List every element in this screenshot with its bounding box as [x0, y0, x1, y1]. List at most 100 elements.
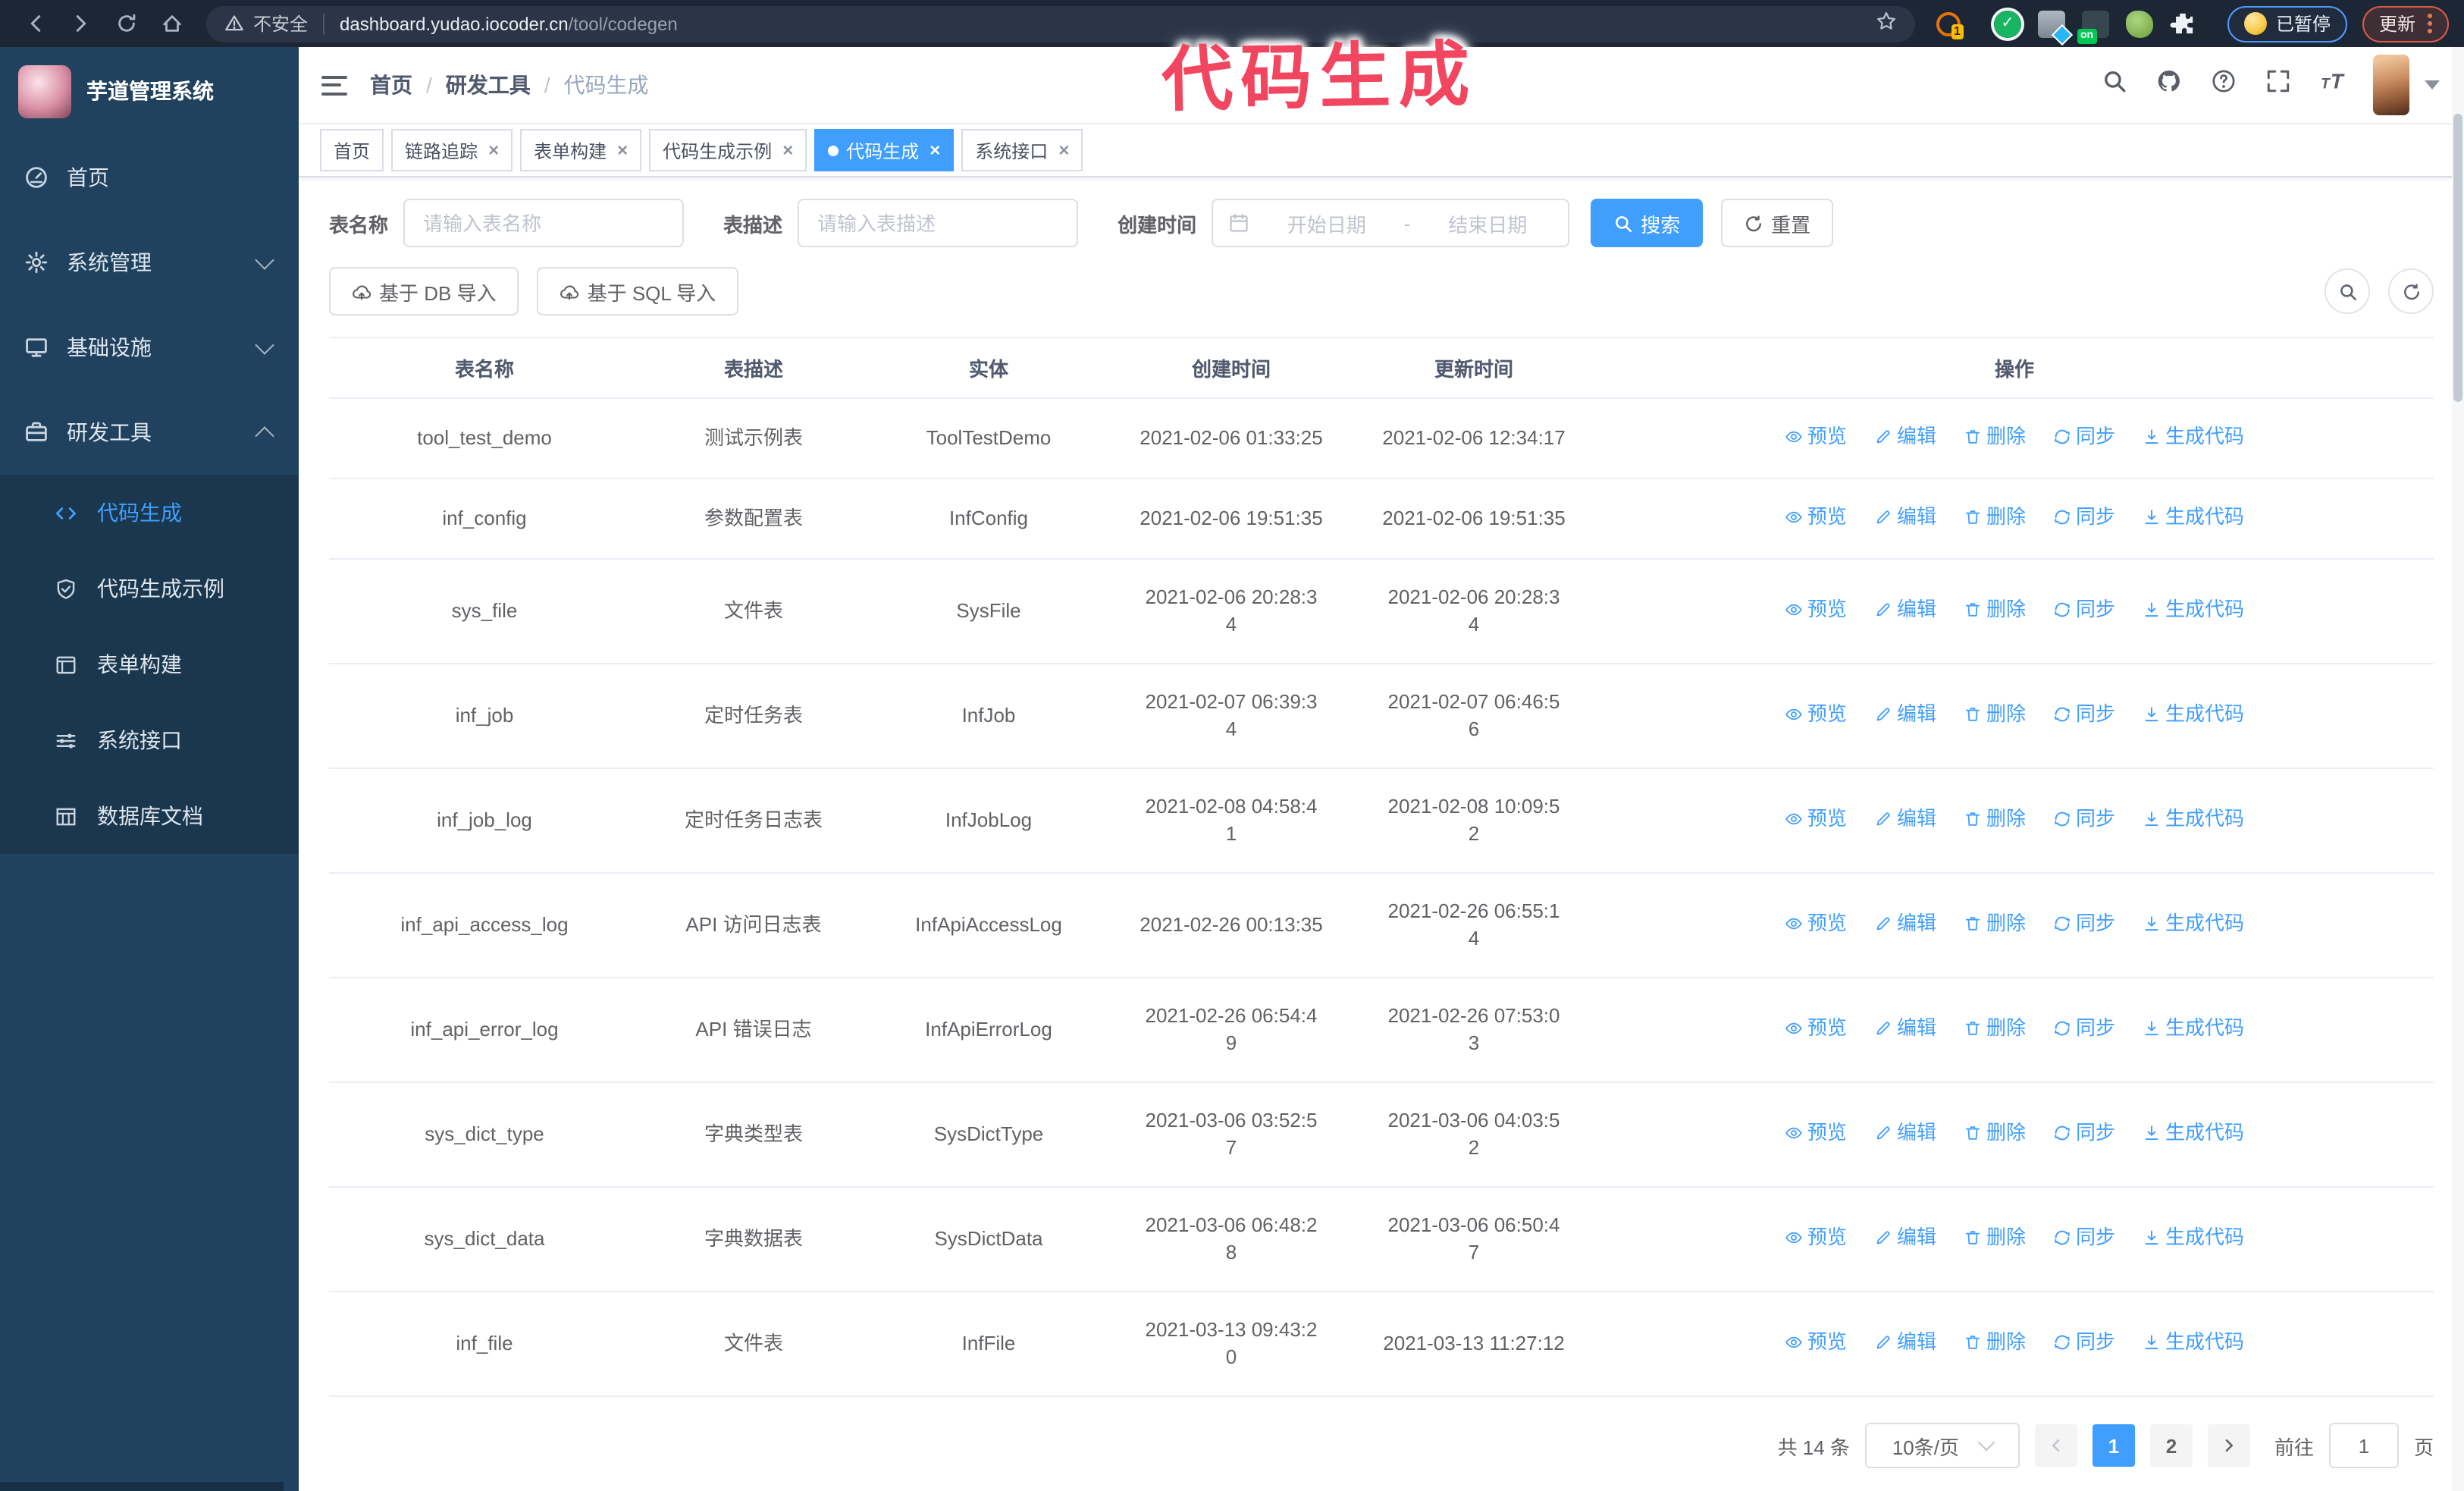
action-edit-link[interactable]: 编辑	[1874, 504, 1936, 531]
refresh-table-button[interactable]	[2388, 268, 2434, 314]
extension-icon[interactable]	[2125, 10, 2153, 37]
search-button[interactable]: 搜索	[1591, 199, 1704, 247]
tab-5[interactable]: 系统接口 ×	[961, 129, 1083, 171]
tab-0[interactable]: 首页	[320, 129, 384, 171]
scrollbar[interactable]	[2452, 47, 2464, 1491]
action-sync-link[interactable]: 同步	[2053, 1224, 2115, 1251]
sidebar-item-gear[interactable]: 系统管理	[0, 220, 299, 305]
sidebar-item-briefcase[interactable]: 研发工具	[0, 390, 299, 475]
action-trash-link[interactable]: 删除	[1964, 504, 2026, 531]
bookmark-button[interactable]	[1876, 11, 1897, 36]
sidebar-subitem-form[interactable]: 表单构建	[0, 626, 299, 702]
sidebar-subitem-shield-check[interactable]: 代码生成示例	[0, 551, 299, 626]
action-download-link[interactable]: 生成代码	[2143, 596, 2244, 623]
action-eye-link[interactable]: 预览	[1785, 805, 1847, 833]
action-download-link[interactable]: 生成代码	[2143, 1329, 2244, 1356]
action-trash-link[interactable]: 删除	[1964, 596, 2026, 623]
browser-menu-icon[interactable]	[2428, 14, 2432, 33]
action-download-link[interactable]: 生成代码	[2143, 504, 2244, 531]
action-trash-link[interactable]: 删除	[1964, 805, 2026, 833]
profile-paused-badge[interactable]: 已暂停	[2227, 5, 2347, 42]
navbar-fullscreen-button[interactable]	[2265, 68, 2291, 102]
app-logo[interactable]: 芋道管理系统	[0, 47, 299, 135]
navbar-github-button[interactable]	[2156, 68, 2182, 102]
import-sql-button[interactable]: 基于 SQL 导入	[537, 267, 739, 315]
browser-reload-button[interactable]	[106, 4, 146, 43]
action-sync-link[interactable]: 同步	[2053, 1119, 2115, 1147]
action-sync-link[interactable]: 同步	[2053, 423, 2115, 450]
browser-update-button[interactable]: 更新	[2362, 5, 2449, 42]
table-name-input[interactable]	[403, 199, 685, 247]
create-time-range-picker[interactable]: 开始日期 - 结束日期	[1212, 199, 1570, 247]
next-page-button[interactable]	[2207, 1424, 2250, 1467]
action-download-link[interactable]: 生成代码	[2143, 1119, 2244, 1147]
tab-3[interactable]: 代码生成示例 ×	[649, 129, 807, 171]
navbar-question-button[interactable]	[2211, 68, 2237, 102]
action-eye-link[interactable]: 预览	[1785, 1015, 1847, 1042]
action-download-link[interactable]: 生成代码	[2143, 910, 2244, 937]
action-sync-link[interactable]: 同步	[2053, 504, 2115, 531]
action-trash-link[interactable]: 删除	[1964, 910, 2026, 937]
scrollbar-thumb[interactable]	[2453, 114, 2462, 402]
action-sync-link[interactable]: 同步	[2053, 1329, 2115, 1356]
navbar-text-size-button[interactable]: TT	[2320, 68, 2346, 102]
extension-icon[interactable]: on	[2077, 10, 2109, 43]
action-edit-link[interactable]: 编辑	[1874, 1119, 1936, 1147]
action-trash-link[interactable]: 删除	[1964, 1329, 2026, 1356]
page-size-select[interactable]: 10条/页	[1864, 1423, 2020, 1468]
close-icon[interactable]: ×	[1058, 141, 1069, 159]
action-eye-link[interactable]: 预览	[1785, 1119, 1847, 1147]
close-icon[interactable]: ×	[488, 141, 499, 159]
page-1-button[interactable]: 1	[2092, 1424, 2135, 1467]
action-sync-link[interactable]: 同步	[2053, 910, 2115, 937]
action-edit-link[interactable]: 编辑	[1874, 701, 1936, 728]
action-edit-link[interactable]: 编辑	[1874, 596, 1936, 623]
action-sync-link[interactable]: 同步	[2053, 1015, 2115, 1042]
action-sync-link[interactable]: 同步	[2053, 701, 2115, 728]
address-bar[interactable]: 不安全 dashboard.yudao.iocoder.cn/tool/code…	[206, 5, 1915, 42]
browser-forward-button[interactable]	[61, 4, 100, 43]
table-desc-input[interactable]	[798, 199, 1079, 247]
goto-page-input[interactable]	[2328, 1423, 2399, 1468]
sidebar-subitem-sliders[interactable]: 系统接口	[0, 702, 299, 778]
prev-page-button[interactable]	[2034, 1424, 2077, 1467]
navbar-search-button[interactable]	[2102, 68, 2127, 102]
action-eye-link[interactable]: 预览	[1785, 504, 1847, 531]
extension-icon[interactable]: 1	[1936, 11, 1964, 39]
import-db-button[interactable]: 基于 DB 导入	[329, 267, 519, 315]
toggle-search-button[interactable]	[2324, 268, 2370, 314]
action-download-link[interactable]: 生成代码	[2143, 701, 2244, 728]
close-icon[interactable]: ×	[782, 141, 793, 159]
sidebar-toggle-button[interactable]	[321, 75, 347, 95]
action-download-link[interactable]: 生成代码	[2143, 423, 2244, 450]
browser-back-button[interactable]	[15, 4, 55, 43]
action-eye-link[interactable]: 预览	[1785, 1329, 1847, 1356]
action-download-link[interactable]: 生成代码	[2143, 805, 2244, 833]
user-avatar-menu[interactable]	[2373, 55, 2440, 115]
reset-button[interactable]: 重置	[1721, 199, 1834, 247]
action-trash-link[interactable]: 删除	[1964, 423, 2026, 450]
sidebar-subitem-code[interactable]: 代码生成	[0, 475, 299, 551]
action-sync-link[interactable]: 同步	[2053, 805, 2115, 833]
sidebar-item-dashboard[interactable]: 首页	[0, 135, 299, 220]
action-trash-link[interactable]: 删除	[1964, 701, 2026, 728]
tab-2[interactable]: 表单构建 ×	[520, 129, 642, 171]
action-edit-link[interactable]: 编辑	[1874, 805, 1936, 833]
tab-4[interactable]: 代码生成 ×	[814, 129, 955, 171]
action-eye-link[interactable]: 预览	[1785, 1224, 1847, 1251]
action-edit-link[interactable]: 编辑	[1874, 910, 1936, 937]
action-edit-link[interactable]: 编辑	[1874, 1224, 1936, 1251]
close-icon[interactable]: ×	[617, 141, 628, 159]
action-trash-link[interactable]: 删除	[1964, 1224, 2026, 1251]
browser-home-button[interactable]	[152, 4, 191, 43]
action-edit-link[interactable]: 编辑	[1874, 1015, 1936, 1042]
page-2-button[interactable]: 2	[2149, 1424, 2193, 1467]
extension-icon[interactable]	[2037, 10, 2074, 46]
action-download-link[interactable]: 生成代码	[2143, 1224, 2244, 1251]
action-eye-link[interactable]: 预览	[1785, 701, 1847, 728]
breadcrumb-item[interactable]: 首页	[370, 70, 412, 100]
sidebar-subitem-db-grid[interactable]: 数据库文档	[0, 778, 299, 854]
breadcrumb-item[interactable]: 研发工具	[446, 70, 531, 100]
action-download-link[interactable]: 生成代码	[2143, 1015, 2244, 1042]
action-edit-link[interactable]: 编辑	[1874, 423, 1936, 450]
